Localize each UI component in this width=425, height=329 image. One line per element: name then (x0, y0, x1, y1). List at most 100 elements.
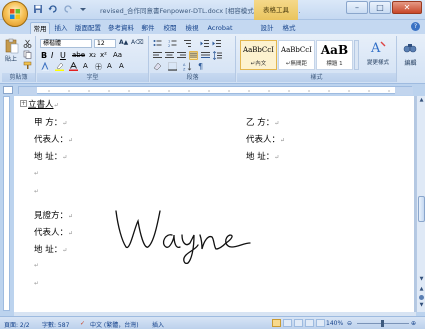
bold-icon[interactable]: B (41, 51, 50, 60)
cut-icon[interactable] (23, 39, 32, 48)
close-button[interactable]: ✕ (392, 1, 422, 14)
web-layout-view-icon[interactable] (294, 319, 303, 327)
align-left-icon[interactable] (153, 51, 162, 60)
style-normal-name: ↵內文 (250, 61, 267, 67)
previous-page-icon[interactable]: ▲ (418, 286, 425, 293)
editing-group[interactable]: 編輯 (398, 36, 423, 82)
text-effects-icon[interactable] (41, 61, 50, 71)
undo-icon[interactable] (47, 3, 59, 15)
increase-indent-icon[interactable] (212, 39, 221, 48)
party-a-line: 甲 方：↵ (34, 116, 67, 128)
tab-acrobat[interactable]: Acrobat (206, 22, 234, 34)
zoom-level[interactable]: 140% (326, 320, 343, 327)
tab-page-layout[interactable]: 版面配置 (73, 22, 103, 34)
witness-rep-label: 代表人： (34, 228, 69, 238)
svg-text:1: 1 (168, 40, 170, 44)
format-painter-icon[interactable] (23, 61, 32, 70)
scroll-down-icon[interactable]: ▼ (418, 276, 425, 283)
scroll-up-icon[interactable]: ▲ (418, 97, 425, 104)
document-page[interactable]: + 立書人↵ 甲 方：↵ 代表人：↵ 地 址：↵ 乙 方：↵ 代表人：↵ 地 址… (14, 96, 414, 312)
word-count[interactable]: 字數: 587 (42, 320, 69, 329)
select-browse-object-icon[interactable] (419, 295, 424, 300)
full-screen-view-icon[interactable] (283, 319, 292, 327)
character-shading-icon[interactable]: A (83, 62, 92, 71)
multilevel-list-icon[interactable] (183, 39, 192, 48)
styles-scroll[interactable] (354, 40, 359, 70)
numbering-icon[interactable]: 12 (168, 39, 177, 48)
customize-qat-icon[interactable] (77, 3, 89, 15)
office-button[interactable] (2, 1, 28, 27)
horizontal-ruler[interactable] (18, 86, 413, 95)
language-indicator[interactable]: 中文 (繁體，台灣) (90, 320, 139, 329)
grow-font-size-icon[interactable]: A (107, 62, 116, 71)
empty-paragraph-mark: ↵ (34, 170, 40, 177)
tab-references[interactable]: 參考資料 (106, 22, 136, 34)
tab-format[interactable]: 格式 (280, 22, 298, 34)
change-case-icon[interactable]: Aa (113, 51, 122, 60)
insert-mode[interactable]: 插入 (152, 320, 164, 329)
tab-mailings[interactable]: 郵件 (139, 22, 157, 34)
bullets-icon[interactable] (153, 39, 162, 48)
grow-font-icon[interactable]: A▲ (119, 39, 128, 48)
proofing-icon[interactable]: ✓ (80, 320, 85, 327)
highlight-icon[interactable] (55, 62, 64, 71)
italic-icon[interactable]: I (51, 51, 60, 60)
underline-icon[interactable]: U (60, 51, 69, 60)
scroll-thumb[interactable] (418, 196, 425, 222)
vertical-ruler[interactable] (3, 96, 10, 311)
zoom-out-icon[interactable]: ⊖ (347, 320, 352, 327)
redo-icon[interactable] (62, 3, 74, 15)
copy-icon[interactable] (23, 50, 32, 59)
page-indicator[interactable]: 頁面: 2/2 (4, 320, 30, 329)
save-icon[interactable] (32, 3, 44, 15)
help-icon[interactable]: ? (411, 22, 420, 31)
font-color-icon[interactable] (69, 61, 78, 71)
tab-view[interactable]: 檢視 (183, 22, 201, 34)
line-spacing-icon[interactable] (212, 51, 222, 60)
font-name-input[interactable]: 標楷體 (40, 39, 92, 48)
font-size-input[interactable]: 12 (94, 39, 116, 48)
justify-icon[interactable] (189, 51, 198, 60)
draft-view-icon[interactable] (316, 319, 325, 327)
party-b-address-line: 地 址：↵ (246, 150, 279, 162)
paste-button[interactable]: 貼上 (5, 38, 19, 63)
minimize-button[interactable]: – (346, 1, 368, 14)
clear-format-icon[interactable]: A⌫ (131, 39, 144, 48)
distributed-icon[interactable] (201, 51, 210, 60)
superscript-icon[interactable]: x² (100, 51, 109, 60)
enclose-characters-icon[interactable]: ㊉ (95, 62, 104, 71)
next-page-icon[interactable]: ▼ (418, 302, 425, 309)
vertical-scrollbar[interactable]: ▲ ▼ ▲ ▼ (416, 96, 425, 312)
style-normal[interactable]: AaBbCcI ↵內文 (240, 40, 277, 70)
decrease-indent-icon[interactable] (200, 39, 209, 48)
sort-icon[interactable]: AZ (183, 62, 192, 72)
editing-group-label: 編輯 (404, 60, 417, 67)
zoom-in-icon[interactable]: ⊕ (411, 320, 416, 327)
empty-paragraph-mark: ↵ (34, 188, 40, 195)
change-styles-button[interactable]: A 變更樣式 (362, 38, 394, 72)
signature-image (115, 210, 251, 265)
align-right-icon[interactable] (177, 51, 186, 60)
style-no-spacing[interactable]: AaBbCcI ↵無間距 (278, 40, 315, 70)
tab-review[interactable]: 校閱 (161, 22, 179, 34)
outline-view-icon[interactable] (305, 319, 314, 327)
table-move-handle-icon[interactable]: + (20, 100, 27, 107)
zoom-slider-thumb[interactable] (381, 320, 384, 327)
maximize-button[interactable]: □ (369, 1, 391, 14)
style-heading-1[interactable]: AaB 標題 1 (316, 40, 353, 70)
align-center-icon[interactable] (165, 51, 174, 60)
print-layout-view-icon[interactable] (272, 319, 281, 327)
borders-icon[interactable] (168, 62, 177, 71)
shading-icon[interactable] (153, 62, 162, 71)
witness-rep-paragraph-mark: ↵ (68, 230, 74, 237)
show-formatting-marks-icon[interactable]: ¶ (198, 62, 207, 71)
strikethrough-icon[interactable]: abe (72, 51, 85, 60)
subscript-icon[interactable]: x₂ (89, 51, 98, 60)
style-normal-sample: AaBbCcI (243, 46, 274, 54)
tab-home[interactable]: 常用 (30, 22, 50, 34)
shrink-font-size-icon[interactable]: A (119, 62, 128, 71)
svg-text:2: 2 (168, 44, 170, 48)
tab-insert[interactable]: 插入 (52, 22, 70, 34)
tab-design[interactable]: 設計 (258, 22, 276, 34)
tab-selector[interactable] (3, 86, 13, 94)
